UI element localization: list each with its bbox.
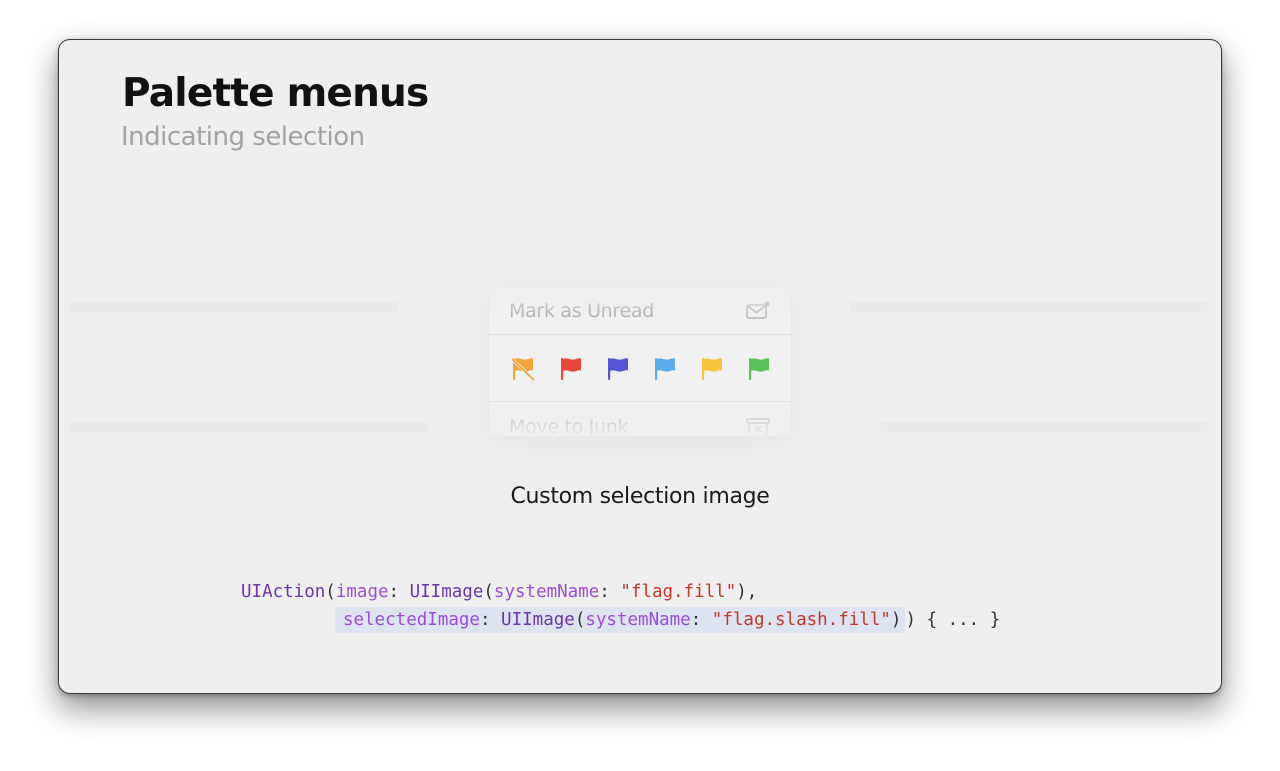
code-highlight: selectedImage: UIImage(systemName: "flag…	[335, 607, 906, 633]
code-token: (	[483, 582, 494, 602]
background-blur	[69, 302, 399, 312]
code-token: (	[325, 582, 336, 602]
code-token: systemName	[493, 582, 600, 602]
flag-palette	[489, 338, 791, 400]
context-menu: Mark as Unread Move to Junk	[489, 288, 791, 436]
menu-item-label: Move to Junk	[509, 416, 629, 436]
code-line-1: UIAction(image: UIImage(systemName: "fla…	[241, 582, 757, 602]
code-token: (	[574, 610, 586, 630]
menu-caption: Custom selection image	[510, 484, 770, 509]
junk-bin-icon	[746, 418, 770, 436]
menu-item-mark-as-unread[interactable]: Mark as Unread	[489, 288, 791, 332]
code-token: selectedImage	[343, 610, 480, 630]
slide: Palette menus Indicating selection Mark …	[58, 39, 1222, 694]
flag-icon[interactable]	[745, 355, 773, 383]
code-token: ) { ... }	[905, 610, 1001, 630]
flag-icon[interactable]	[698, 355, 726, 383]
slide-subtitle: Indicating selection	[121, 122, 365, 152]
slide-title: Palette menus	[122, 71, 429, 116]
code-token: )	[890, 610, 902, 630]
code-token: :	[690, 610, 712, 630]
flag-icon[interactable]	[557, 355, 585, 383]
flag-icon[interactable]	[651, 355, 679, 383]
code-token: image	[335, 582, 389, 602]
code-token: UIImage	[501, 610, 575, 630]
background-blur	[879, 422, 1209, 432]
code-token: :	[388, 582, 410, 602]
menu-item-label: Mark as Unread	[509, 300, 655, 322]
menu-item-move-to-junk[interactable]: Move to Junk	[489, 404, 791, 436]
flag-slash-icon[interactable]	[509, 355, 537, 383]
code-token: UIAction	[241, 582, 326, 602]
code-token: "flag.slash.fill"	[711, 610, 891, 630]
code-token: ),	[736, 582, 758, 602]
background-blur	[69, 422, 429, 432]
envelope-badge-icon	[746, 301, 770, 319]
flag-icon[interactable]	[604, 355, 632, 383]
code-token: UIImage	[409, 582, 484, 602]
code-token: :	[479, 610, 502, 630]
menu-separator	[489, 334, 791, 335]
code-token: systemName	[585, 610, 691, 630]
code-line-2: selectedImage: UIImage(systemName: "flag…	[335, 607, 1001, 633]
code-token: "flag.fill"	[620, 582, 737, 602]
code-token: :	[599, 582, 621, 602]
menu-separator	[489, 401, 791, 402]
background-blur	[849, 302, 1209, 312]
